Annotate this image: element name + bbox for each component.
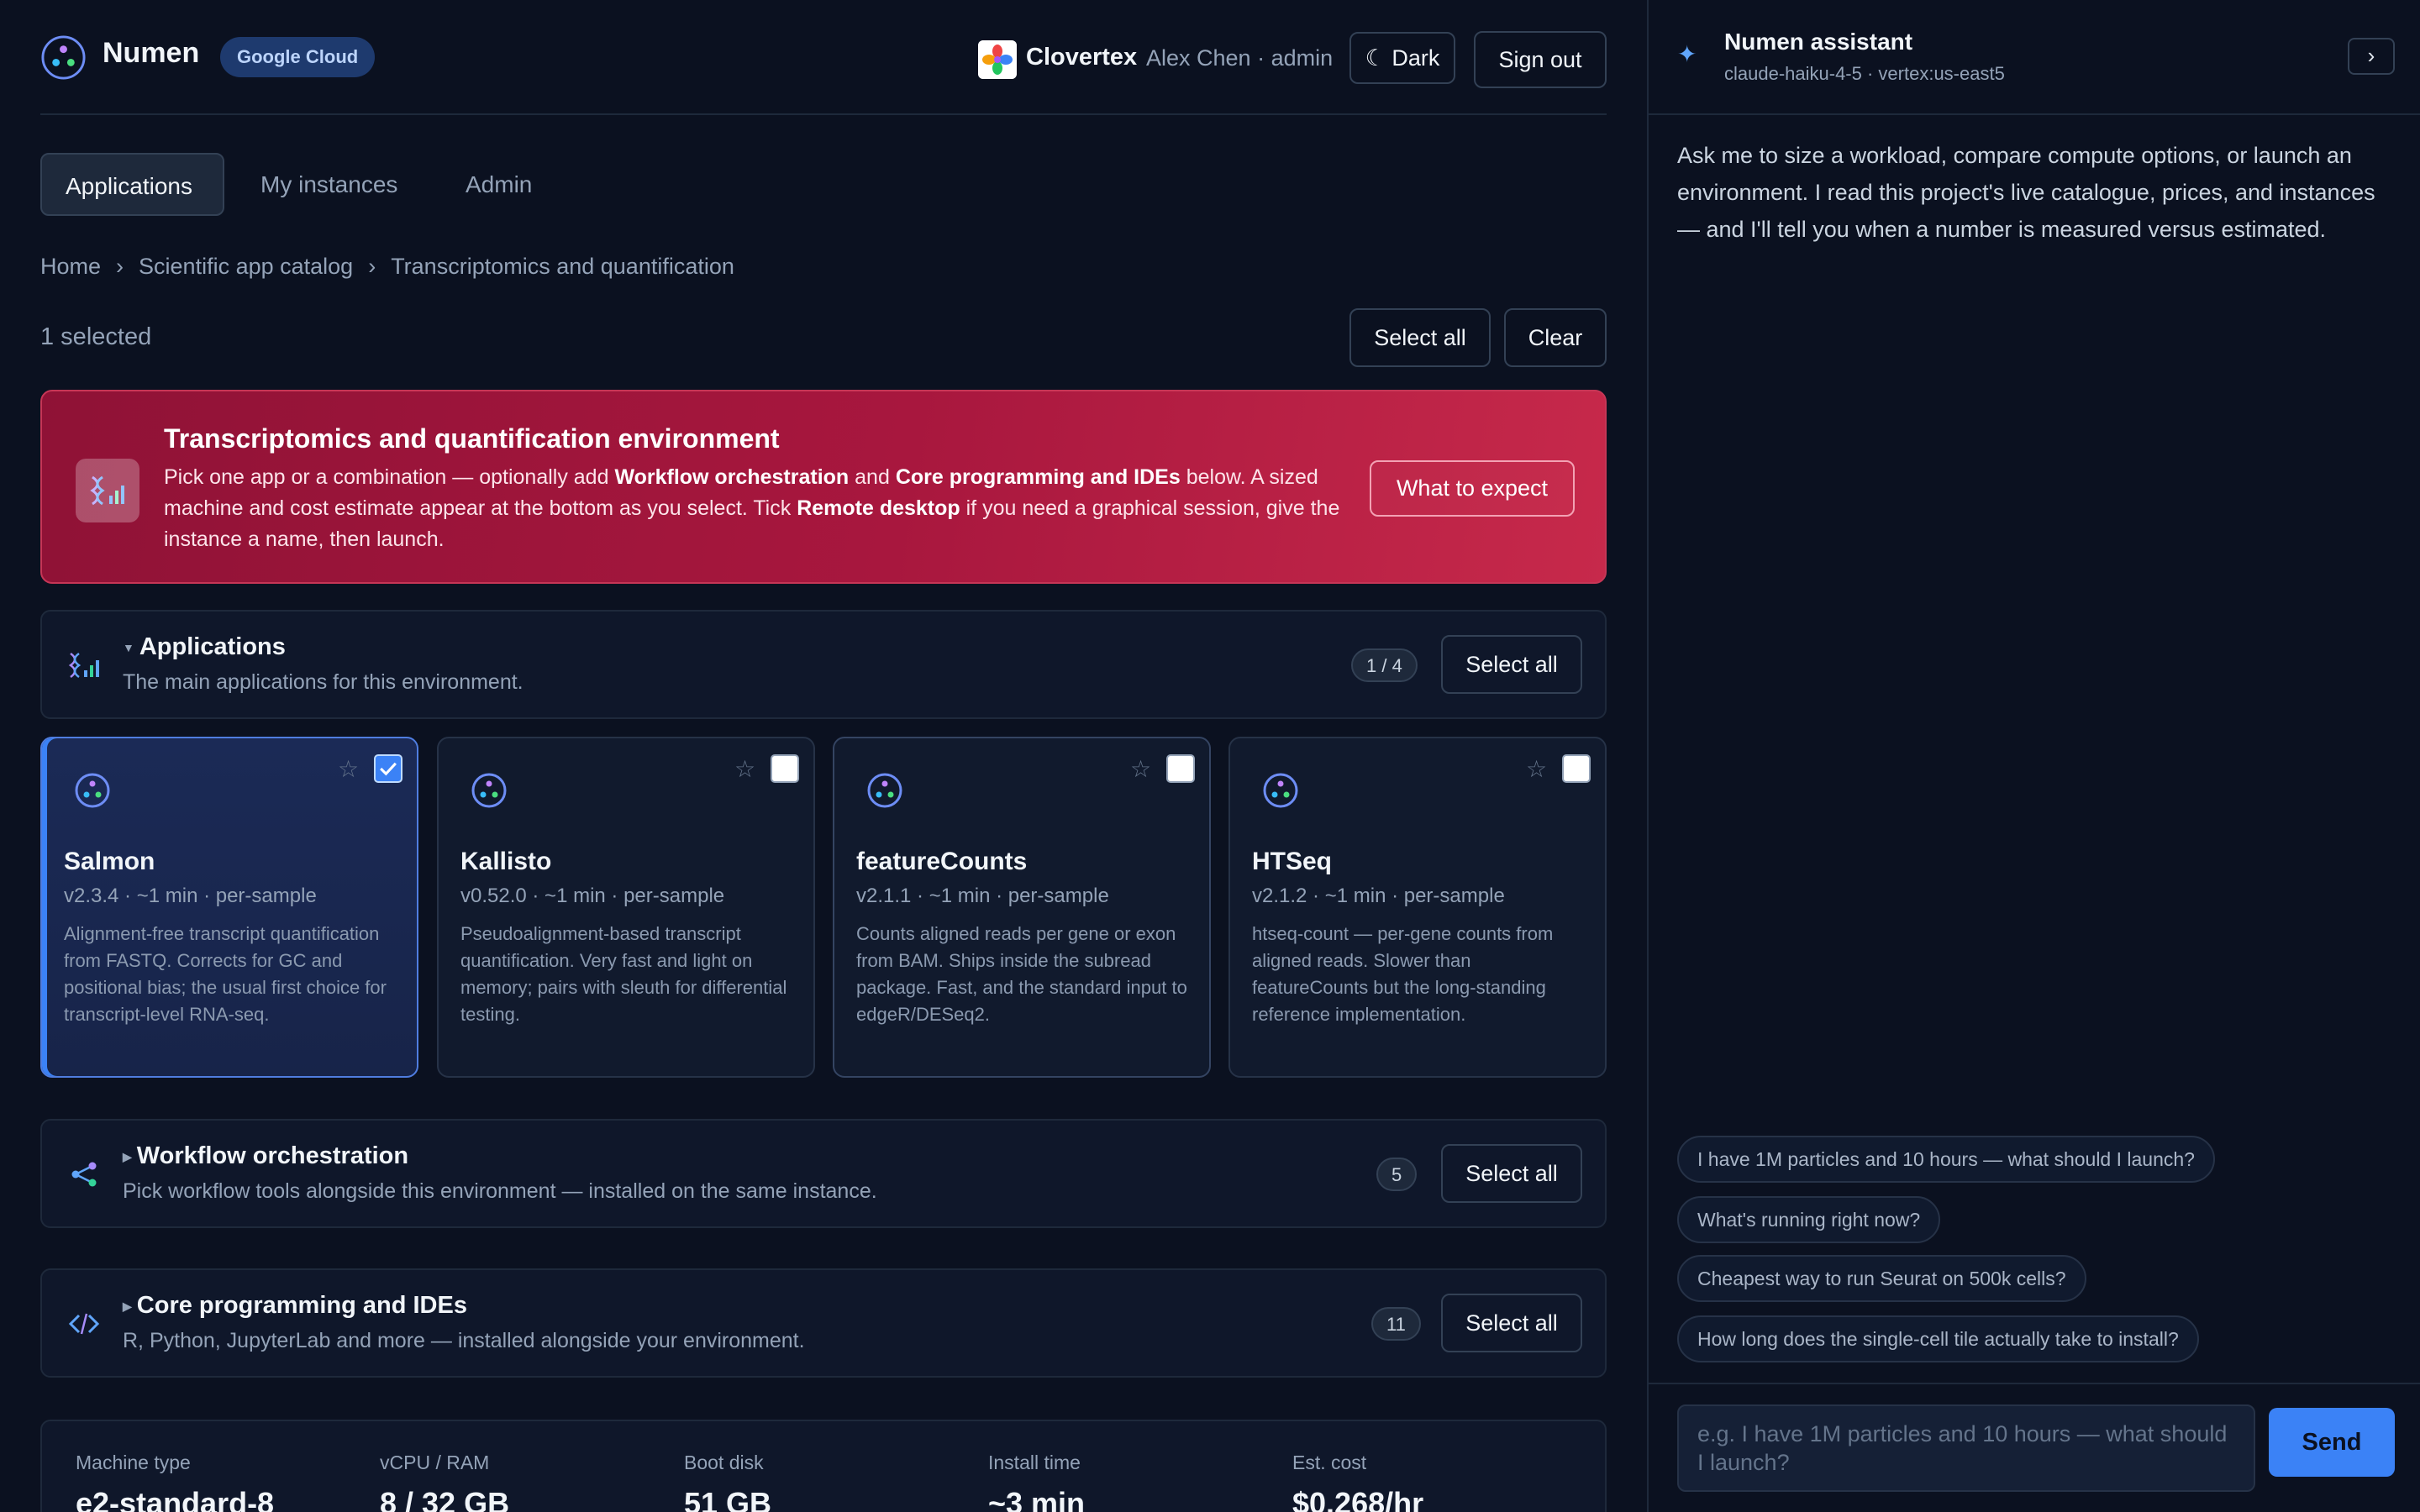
star-icon[interactable]: ☆ <box>734 755 755 783</box>
section-count-badge: 11 <box>1371 1307 1421 1341</box>
cloud-provider-badge: Google Cloud <box>220 37 376 77</box>
transcriptomics-icon <box>76 459 139 522</box>
stat-machine-type: Machine type e2-standard-8 <box>76 1452 275 1512</box>
breadcrumb-separator-icon: › <box>116 254 124 279</box>
app-meta: v0.52.0 · ~1 min · per-sample <box>460 885 725 907</box>
selected-count: 1 selected <box>40 323 152 350</box>
section-select-all-button[interactable]: Select all <box>1441 1144 1582 1203</box>
app-select-checkbox[interactable] <box>1562 754 1591 783</box>
app-logo-icon <box>1263 773 1298 808</box>
app-card-featurecounts[interactable]: ☆ featureCounts v2.1.1 · ~1 min · per-sa… <box>833 737 1211 1078</box>
breadcrumb-catalog[interactable]: Scientific app catalog <box>139 254 353 280</box>
app-meta: v2.1.2 · ~1 min · per-sample <box>1252 885 1505 907</box>
star-icon[interactable]: ☆ <box>1130 755 1151 783</box>
section-count-badge: 5 <box>1376 1158 1418 1191</box>
app-meta: v2.3.4 · ~1 min · per-sample <box>64 885 317 907</box>
banner-title: Transcriptomics and quantification envir… <box>164 423 780 454</box>
assistant-header: ✦ Numen assistant claude-haiku-4-5 · ver… <box>1649 0 2420 115</box>
stat-vcpu-ram: vCPU / RAM 8 / 32 GB <box>380 1452 510 1512</box>
breadcrumb: Home › Scientific app catalog › Transcriptom… <box>40 254 734 280</box>
star-icon[interactable]: ☆ <box>1526 755 1547 783</box>
machine-summary: Machine type e2-standard-8 vCPU / RAM 8 / … <box>40 1420 1607 1512</box>
select-all-button[interactable]: Select all <box>1349 308 1491 367</box>
brand-name: Numen <box>103 37 200 69</box>
app-name: featureCounts <box>856 848 1028 875</box>
section-subtitle: The main applications for this environme… <box>123 670 523 694</box>
environment-banner: Transcriptomics and quantification envir… <box>40 390 1607 584</box>
stat-install-time: Install time ~3 min <box>988 1452 1086 1512</box>
assistant-message-input[interactable]: e.g. I have 1M particles and 10 hours — … <box>1677 1404 2255 1492</box>
app-card-kallisto[interactable]: ☆ Kallisto v0.52.0 · ~1 min · per-sample… <box>437 737 815 1078</box>
sparkle-icon: ✦ <box>1677 41 1697 67</box>
section-title: ▼ Applications <box>123 633 286 660</box>
app-description: Alignment-free transcript quantification… <box>64 923 387 1025</box>
app-card-salmon[interactable]: ☆ Salmon v2.3.4 · ~1 min · per-sample Al… <box>40 737 418 1078</box>
assistant-model: claude-haiku-4-5 · vertex:us-east5 <box>1724 63 2005 84</box>
user-info: Alex Chen · admin <box>1146 45 1334 71</box>
app-select-checkbox[interactable] <box>1166 754 1195 783</box>
breadcrumb-home[interactable]: Home <box>40 254 101 280</box>
star-icon[interactable]: ☆ <box>338 755 359 783</box>
app-name: HTSeq <box>1252 848 1333 875</box>
code-icon <box>68 1313 100 1335</box>
what-to-expect-button[interactable]: What to expect <box>1370 460 1575 517</box>
main-content: Numen Google Cloud Clovertex Alex Chen ·… <box>40 0 1607 1512</box>
assistant-input-area: e.g. I have 1M particles and 10 hours — … <box>1649 1383 2420 1512</box>
app-logo-icon <box>75 773 110 808</box>
app-header: Numen Google Cloud Clovertex Alex Chen ·… <box>40 0 1607 115</box>
suggestion-chip[interactable]: Cheapest way to run Seurat on 500k cells… <box>1677 1255 2086 1302</box>
app-description: htseq-count — per-gene counts from align… <box>1252 923 1554 1025</box>
assistant-intro: Ask me to size a workload, compare compu… <box>1677 143 2375 242</box>
suggestion-chip[interactable]: What's running right now? <box>1677 1196 1941 1243</box>
tab-my-instances[interactable]: My instances <box>260 153 397 216</box>
section-title: ▶ Workflow orchestration <box>123 1142 409 1169</box>
app-select-checkbox[interactable] <box>374 754 402 783</box>
suggestion-chip[interactable]: How long does the single-cell tile actua… <box>1677 1315 2199 1362</box>
share-nodes-icon <box>71 1162 97 1187</box>
assistant-panel: ✦ Numen assistant claude-haiku-4-5 · ver… <box>1647 0 2420 1512</box>
breadcrumb-separator-icon: › <box>368 254 376 279</box>
app-description: Pseudoalignment-based transcript quantif… <box>460 923 787 1025</box>
chevron-right-icon[interactable]: ▶ <box>123 1150 132 1163</box>
suggestion-chip[interactable]: I have 1M particles and 10 hours — what … <box>1677 1136 2215 1183</box>
applications-section[interactable]: ▼ Applications The main applications for … <box>40 610 1607 719</box>
assistant-title: Numen assistant <box>1724 29 1913 55</box>
breadcrumb-current: Transcriptomics and quantification <box>391 254 734 279</box>
stat-boot-disk: Boot disk 51 GB <box>684 1452 772 1512</box>
app-name: Kallisto <box>460 848 552 875</box>
app-select-checkbox[interactable] <box>771 754 799 783</box>
section-select-all-button[interactable]: Select all <box>1441 1294 1582 1352</box>
tab-applications[interactable]: Applications <box>40 153 224 216</box>
transcriptomics-icon <box>68 652 99 679</box>
section-count-badge: 1 / 4 <box>1351 648 1418 682</box>
chevron-down-icon[interactable]: ▼ <box>123 641 134 654</box>
tab-admin[interactable]: Admin <box>466 153 532 216</box>
stat-est-cost: Est. cost $0.268/hr <box>1292 1452 1424 1512</box>
theme-toggle-button[interactable]: ☾ Dark <box>1349 32 1455 84</box>
clear-button[interactable]: Clear <box>1504 308 1607 367</box>
app-logo-icon <box>471 773 507 808</box>
send-button[interactable]: Send <box>2269 1408 2395 1477</box>
app-description: Counts aligned reads per gene or exon fr… <box>856 923 1187 1025</box>
app-logo-icon <box>867 773 902 808</box>
collapse-panel-button[interactable]: › <box>2348 38 2395 75</box>
core-programming-section[interactable]: ▶ Core programming and IDEs R, Python, Ju… <box>40 1268 1607 1378</box>
section-subtitle: Pick workflow tools alongside this envir… <box>123 1179 877 1203</box>
org-name: Clovertex <box>1026 44 1138 71</box>
section-title: ▶ Core programming and IDEs <box>123 1292 467 1319</box>
section-subtitle: R, Python, JupyterLab and more — install… <box>123 1329 805 1352</box>
workflow-section[interactable]: ▶ Workflow orchestration Pick workflow to… <box>40 1119 1607 1228</box>
numen-logo-icon <box>41 35 86 80</box>
banner-description: Pick one app or a combination — optional… <box>164 465 1340 551</box>
sign-out-button[interactable]: Sign out <box>1474 31 1607 88</box>
app-name: Salmon <box>64 848 155 875</box>
clovertex-logo-icon <box>978 40 1017 79</box>
section-select-all-button[interactable]: Select all <box>1441 635 1582 694</box>
app-meta: v2.1.1 · ~1 min · per-sample <box>856 885 1109 907</box>
app-card-htseq[interactable]: ☆ HTSeq v2.1.2 · ~1 min · per-sample hts… <box>1228 737 1607 1078</box>
chevron-right-icon[interactable]: ▶ <box>123 1299 132 1313</box>
